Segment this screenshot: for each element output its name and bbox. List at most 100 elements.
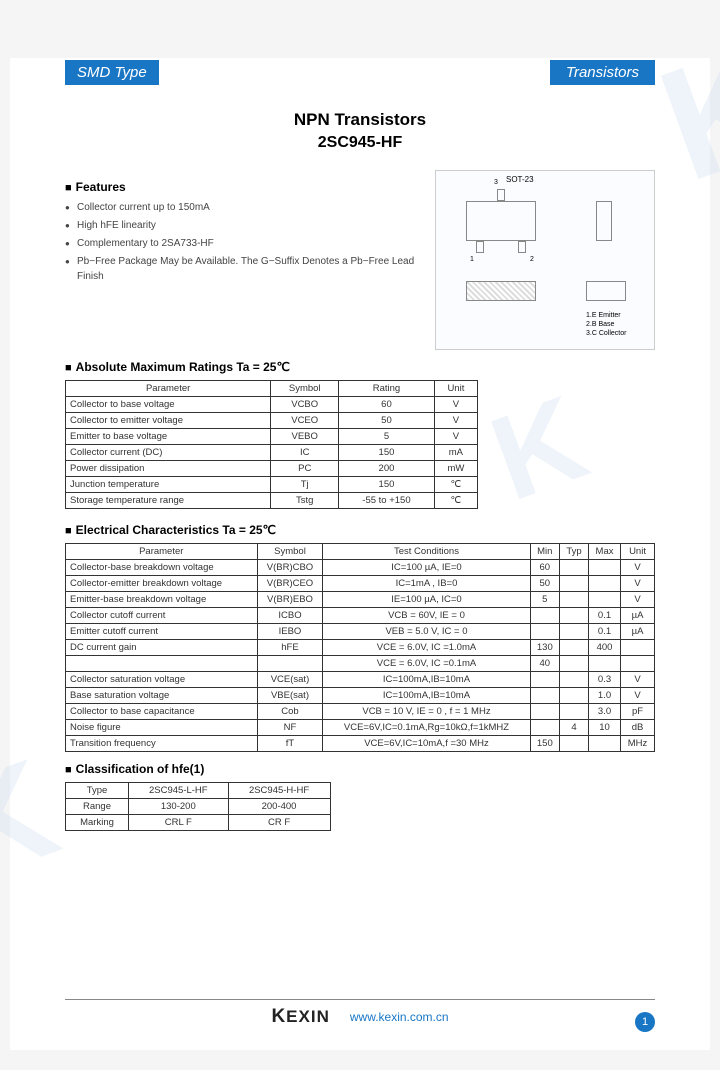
table-cell (621, 656, 655, 672)
table-cell: 5 (530, 592, 560, 608)
table-cell (530, 704, 560, 720)
table-row: Transition frequencyfTVCE=6V,IC=10mA,f =… (66, 736, 655, 752)
elec-table: Parameter Symbol Test Conditions Min Typ… (65, 543, 655, 752)
table-cell: 0.1 (588, 608, 620, 624)
classif-table: Type 2SC945-L-HF 2SC945-H-HF Range130-20… (65, 782, 331, 831)
table-row: Emitter-base breakdown voltageV(BR)EBOIE… (66, 592, 655, 608)
table-cell: Collector to base capacitance (66, 704, 258, 720)
table-cell (530, 672, 560, 688)
table-cell: Noise figure (66, 720, 258, 736)
table-cell: V(BR)EBO (257, 592, 323, 608)
header-banner: SMD Type Transistors (65, 58, 655, 86)
feature-item: High hFE linearity (65, 218, 415, 233)
table-cell: Emitter cutoff current (66, 624, 258, 640)
feature-item: Complementary to 2SA733-HF (65, 236, 415, 251)
table-cell: ℃ (434, 493, 477, 509)
table-cell: 130 (530, 640, 560, 656)
table-cell: dB (621, 720, 655, 736)
table-cell (588, 576, 620, 592)
abs-max-heading: Absolute Maximum Ratings Ta = 25℃ (65, 360, 655, 374)
table-cell: 4 (560, 720, 589, 736)
table-row: Range130-200200-400 (66, 799, 331, 815)
table-row: Collector-base breakdown voltageV(BR)CBO… (66, 560, 655, 576)
abs-max-table: Parameter Symbol Rating Unit Collector t… (65, 380, 478, 509)
page-number: 1 (635, 1012, 655, 1032)
title-line2: 2SC945-HF (65, 134, 655, 152)
table-cell: -55 to +150 (339, 493, 435, 509)
table-cell: PC (271, 461, 339, 477)
table-cell: 50 (339, 413, 435, 429)
table-cell: V (434, 397, 477, 413)
table-cell: 200-400 (228, 799, 330, 815)
table-cell: V(BR)CBO (257, 560, 323, 576)
table-cell: Collector to emitter voltage (66, 413, 271, 429)
table-cell: Collector saturation voltage (66, 672, 258, 688)
table-cell: 1.0 (588, 688, 620, 704)
table-cell: 130-200 (129, 799, 229, 815)
table-cell (560, 592, 589, 608)
table-cell: IE=100 µA, IC=0 (323, 592, 530, 608)
table-cell: IC=100 µA, IE=0 (323, 560, 530, 576)
table-cell: Base saturation voltage (66, 688, 258, 704)
table-cell: VCE=6V,IC=10mA,f =30 MHz (323, 736, 530, 752)
table-cell (530, 608, 560, 624)
feature-item: Pb−Free Package May be Available. The G−… (65, 254, 415, 284)
table-cell: Collector cutoff current (66, 608, 258, 624)
table-row: Collector-emitter breakdown voltageV(BR)… (66, 576, 655, 592)
table-row: Storage temperature rangeTstg-55 to +150… (66, 493, 478, 509)
footer-url: www.kexin.com.cn (350, 1010, 449, 1024)
table-cell: 0.1 (588, 624, 620, 640)
elec-heading: Electrical Characteristics Ta = 25℃ (65, 523, 655, 537)
table-cell: DC current gain (66, 640, 258, 656)
table-cell: VCE(sat) (257, 672, 323, 688)
table-cell: 150 (339, 477, 435, 493)
table-cell: IEBO (257, 624, 323, 640)
table-cell: Cob (257, 704, 323, 720)
banner-right-label: Transistors (550, 60, 655, 85)
features-heading: Features (65, 180, 415, 194)
table-cell: V (434, 413, 477, 429)
table-cell: 400 (588, 640, 620, 656)
table-cell: NF (257, 720, 323, 736)
table-cell (560, 624, 589, 640)
table-cell: 150 (530, 736, 560, 752)
table-cell: 0.3 (588, 672, 620, 688)
table-cell: Tj (271, 477, 339, 493)
table-cell: VCE=6V,IC=0.1mA,Rg=10kΩ,f=1kMHZ (323, 720, 530, 736)
table-cell: Transition frequency (66, 736, 258, 752)
table-cell: 40 (530, 656, 560, 672)
table-cell: Emitter-base breakdown voltage (66, 592, 258, 608)
table-row: Collector cutoff currentICBOVCB = 60V, I… (66, 608, 655, 624)
table-cell: IC=1mA , IB=0 (323, 576, 530, 592)
table-cell: V (621, 688, 655, 704)
table-cell: µA (621, 608, 655, 624)
table-row: Power dissipationPC200mW (66, 461, 478, 477)
table-cell (530, 624, 560, 640)
table-cell: Marking (66, 815, 129, 831)
table-cell: V (621, 576, 655, 592)
table-cell: CRL F (129, 815, 229, 831)
table-row: VCE = 6.0V, IC =0.1mA40 (66, 656, 655, 672)
table-row: Collector current (DC)IC150mA (66, 445, 478, 461)
title-line1: NPN Transistors (65, 110, 655, 130)
table-cell: 60 (530, 560, 560, 576)
table-cell: Emitter to base voltage (66, 429, 271, 445)
table-cell: VCB = 10 V, IE = 0 , f = 1 MHz (323, 704, 530, 720)
table-cell: Storage temperature range (66, 493, 271, 509)
table-cell: mW (434, 461, 477, 477)
table-cell: mA (434, 445, 477, 461)
table-cell (560, 656, 589, 672)
table-cell: VEBO (271, 429, 339, 445)
table-cell (588, 560, 620, 576)
feature-item: Collector current up to 150mA (65, 200, 415, 215)
table-row: Collector to base voltageVCBO60V (66, 397, 478, 413)
table-cell: Power dissipation (66, 461, 271, 477)
table-row: Collector saturation voltageVCE(sat)IC=1… (66, 672, 655, 688)
table-cell: IC=100mA,IB=10mA (323, 672, 530, 688)
table-row: MarkingCRL FCR F (66, 815, 331, 831)
title-block: NPN Transistors 2SC945-HF (65, 110, 655, 152)
table-cell (621, 640, 655, 656)
table-cell: 3.0 (588, 704, 620, 720)
table-cell: Collector-emitter breakdown voltage (66, 576, 258, 592)
table-cell: IC (271, 445, 339, 461)
